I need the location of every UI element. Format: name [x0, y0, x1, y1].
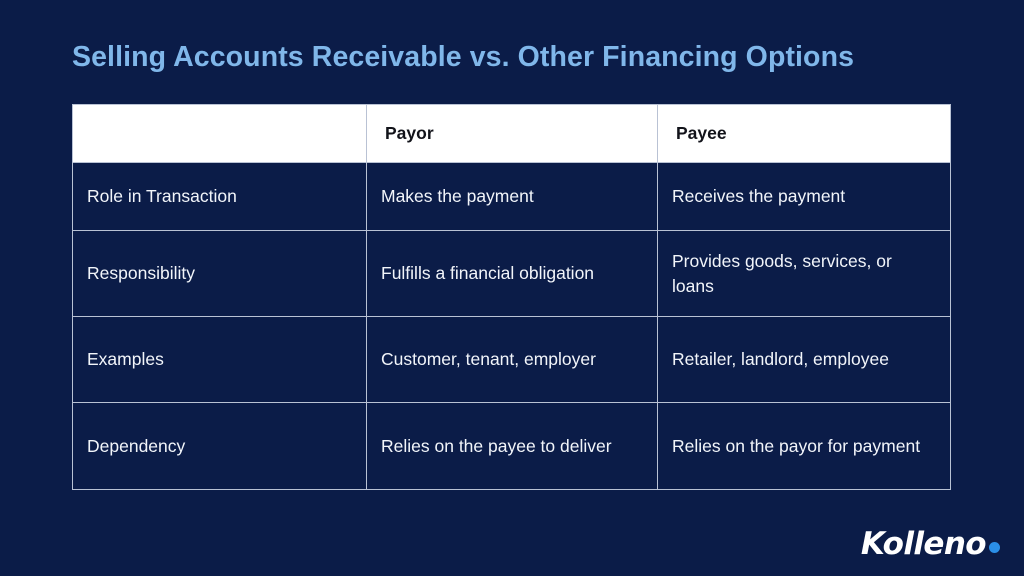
cell-payor: Fulfills a financial obligation — [366, 230, 658, 317]
column-header-payee: Payee — [657, 104, 951, 163]
table-body: Role in Transaction Makes the payment Re… — [72, 162, 951, 490]
comparison-table: Payor Payee Role in Transaction Makes th… — [72, 104, 951, 490]
table-header-row: Payor Payee — [72, 104, 951, 163]
page-title: Selling Accounts Receivable vs. Other Fi… — [72, 41, 855, 73]
cell-payor: Customer, tenant, employer — [366, 316, 658, 403]
cell-attribute: Dependency — [72, 402, 367, 490]
table-row: Examples Customer, tenant, employer Reta… — [72, 316, 951, 403]
table-row: Role in Transaction Makes the payment Re… — [72, 162, 951, 231]
column-header-payor: Payor — [366, 104, 658, 163]
column-header-attribute — [72, 104, 367, 163]
table-row: Responsibility Fulfills a financial obli… — [72, 230, 951, 317]
cell-payor: Relies on the payee to deliver — [366, 402, 658, 490]
cell-payee: Retailer, landlord, employee — [657, 316, 951, 403]
cell-payee: Relies on the payor for payment — [657, 402, 951, 490]
cell-payee: Provides goods, services, or loans — [657, 230, 951, 317]
table-row: Dependency Relies on the payee to delive… — [72, 402, 951, 490]
brand-logo: Kolleno — [861, 529, 1000, 560]
brand-logo-text: Kolleno — [860, 526, 987, 562]
cell-attribute: Examples — [72, 316, 367, 403]
slide-canvas: Selling Accounts Receivable vs. Other Fi… — [0, 0, 1024, 576]
cell-attribute: Role in Transaction — [72, 162, 367, 231]
cell-payee: Receives the payment — [657, 162, 951, 231]
table-header: Payor Payee — [72, 104, 951, 163]
cell-attribute: Responsibility — [72, 230, 367, 317]
dot-icon — [989, 542, 1000, 553]
cell-payor: Makes the payment — [366, 162, 658, 231]
